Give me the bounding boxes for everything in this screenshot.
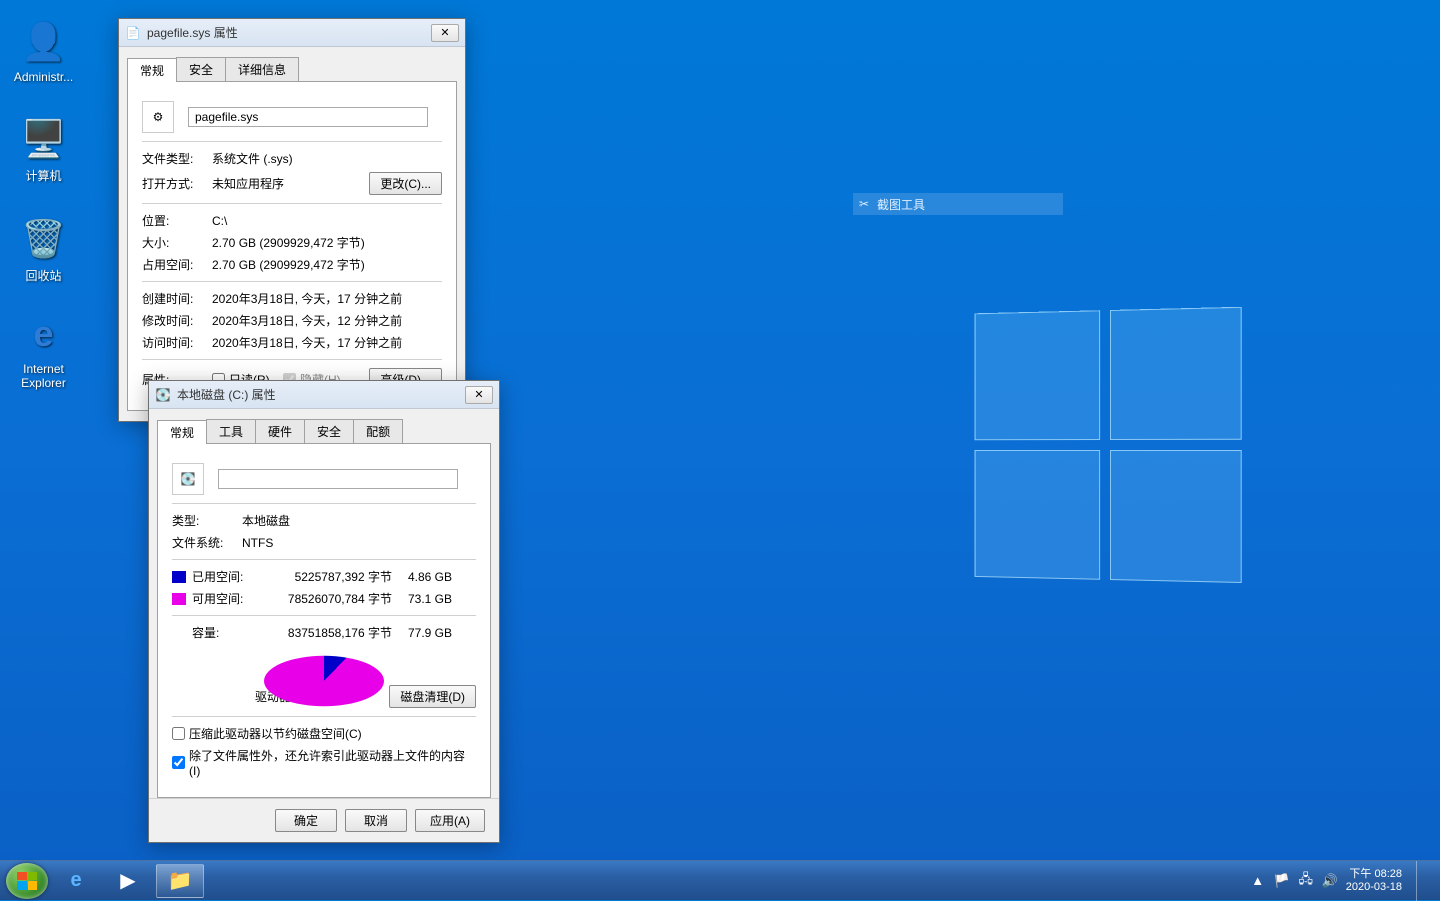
value-capacity-human: 77.9 GB <box>392 626 452 640</box>
label-modified: 修改时间: <box>142 312 212 329</box>
tab-details[interactable]: 详细信息 <box>225 57 299 81</box>
desktop-icon-administrator[interactable]: 👤 Administr... <box>6 18 81 84</box>
taskbar-media-player[interactable]: ▶ <box>104 864 152 898</box>
drive-c-properties-dialog: 💽 本地磁盘 (C:) 属性 ✕ 常规 工具 硬件 安全 配额 💽 类型:本地磁… <box>148 380 500 843</box>
recycle-icon: 🗑️ <box>20 215 68 263</box>
label-used: 已用空间: <box>192 568 252 585</box>
tray-flag-icon[interactable]: 🏳️ <box>1274 873 1290 889</box>
value-filesystem: NTFS <box>242 536 476 550</box>
tray-chevron-icon[interactable]: ▲ <box>1250 873 1266 889</box>
disk-cleanup-button[interactable]: 磁盘清理(D) <box>389 685 476 708</box>
label-location: 位置: <box>142 212 212 229</box>
volume-name-input[interactable] <box>218 469 458 489</box>
value-created: 2020年3月18日, 今天，17 分钟之前 <box>212 290 442 307</box>
icon-label: Internet <box>6 362 81 376</box>
windows-flag-icon <box>17 872 37 890</box>
close-button[interactable]: ✕ <box>465 386 493 404</box>
value-type: 本地磁盘 <box>242 512 476 529</box>
label-type: 类型: <box>172 512 242 529</box>
label-free: 可用空间: <box>192 590 252 607</box>
ok-button[interactable]: 确定 <box>275 809 337 832</box>
value-free-bytes: 78526070,784 字节 <box>252 590 392 607</box>
clock-time: 下午 08:28 <box>1346 868 1402 881</box>
value-used-human: 4.86 GB <box>392 570 452 584</box>
label-filetype: 文件类型: <box>142 150 212 167</box>
value-openwith: 未知应用程序 <box>212 175 369 192</box>
tab-quota[interactable]: 配额 <box>353 419 403 443</box>
tab-security[interactable]: 安全 <box>304 419 354 443</box>
index-checkbox[interactable] <box>172 756 185 769</box>
value-location: C:\ <box>212 214 442 228</box>
compress-label: 压缩此驱动器以节约磁盘空间(C) <box>189 725 362 742</box>
start-button[interactable] <box>6 863 48 899</box>
tab-tools[interactable]: 工具 <box>206 419 256 443</box>
icon-label: Explorer <box>6 376 81 390</box>
value-accessed: 2020年3月18日, 今天，17 分钟之前 <box>212 334 442 351</box>
ie-icon: e <box>20 310 68 358</box>
label-created: 创建时间: <box>142 290 212 307</box>
label-openwith: 打开方式: <box>142 175 212 192</box>
label-filesystem: 文件系统: <box>172 534 242 551</box>
label-size: 大小: <box>142 234 212 251</box>
value-size: 2.70 GB (2909929,472 字节) <box>212 234 442 251</box>
label-accessed: 访问时间: <box>142 334 212 351</box>
cancel-button[interactable]: 取消 <box>345 809 407 832</box>
tab-security[interactable]: 安全 <box>176 57 226 81</box>
drive-icon: 💽 <box>155 387 171 403</box>
taskbar-explorer[interactable]: 📁 <box>156 864 204 898</box>
taskbar-clock[interactable]: 下午 08:28 2020-03-18 <box>1346 868 1402 894</box>
dialog-title: pagefile.sys 属性 <box>147 24 431 41</box>
icon-label: 计算机 <box>6 167 81 184</box>
compress-checkbox[interactable] <box>172 727 185 740</box>
label-size-on-disk: 占用空间: <box>142 256 212 273</box>
value-used-bytes: 5225787,392 字节 <box>252 568 392 585</box>
pagefile-properties-dialog: 📄 pagefile.sys 属性 ✕ 常规 安全 详细信息 ⚙ 文件类型:系统… <box>118 18 466 422</box>
label-capacity: 容量: <box>192 624 252 641</box>
tab-general[interactable]: 常规 <box>157 420 207 444</box>
desktop-icon-internet-explorer[interactable]: e Internet Explorer <box>6 310 81 390</box>
clock-date: 2020-03-18 <box>1346 881 1402 894</box>
value-free-human: 73.1 GB <box>392 592 452 606</box>
filename-input[interactable] <box>188 107 428 127</box>
tray-network-icon[interactable]: 🖧 <box>1298 873 1314 889</box>
tray-volume-icon[interactable]: 🔊 <box>1322 873 1338 889</box>
tab-hardware[interactable]: 硬件 <box>255 419 305 443</box>
icon-label: 回收站 <box>6 267 81 284</box>
property-tabs: 常规 工具 硬件 安全 配额 <box>149 419 499 443</box>
value-size-on-disk: 2.70 GB (2909929,472 字节) <box>212 256 442 273</box>
desktop-icon-computer[interactable]: 🖥️ 计算机 <box>6 115 81 184</box>
value-filetype: 系统文件 (.sys) <box>212 150 442 167</box>
file-icon: 📄 <box>125 25 141 41</box>
desktop-icon-recycle-bin[interactable]: 🗑️ 回收站 <box>6 215 81 284</box>
show-desktop-button[interactable] <box>1416 861 1426 901</box>
taskbar: e ▶ 📁 ▲ 🏳️ 🖧 🔊 下午 08:28 2020-03-18 <box>0 860 1440 900</box>
drive-type-icon: 💽 <box>172 463 204 495</box>
computer-icon: 🖥️ <box>20 115 68 163</box>
snipping-tool-overlay: 截图工具 <box>853 193 1063 215</box>
apply-button[interactable]: 应用(A) <box>415 809 485 832</box>
dialog-title: 本地磁盘 (C:) 属性 <box>177 386 465 403</box>
disk-usage-pie <box>254 621 394 681</box>
icon-label: Administr... <box>6 70 81 84</box>
user-icon: 👤 <box>20 18 68 66</box>
windows-logo <box>975 307 1252 594</box>
property-tabs: 常规 安全 详细信息 <box>119 57 465 81</box>
titlebar[interactable]: 📄 pagefile.sys 属性 ✕ <box>119 19 465 47</box>
tab-general[interactable]: 常规 <box>127 58 177 82</box>
titlebar[interactable]: 💽 本地磁盘 (C:) 属性 ✕ <box>149 381 499 409</box>
index-label: 除了文件属性外，还允许索引此驱动器上文件的内容(I) <box>189 747 476 778</box>
file-type-icon: ⚙ <box>142 101 174 133</box>
close-button[interactable]: ✕ <box>431 24 459 42</box>
change-button[interactable]: 更改(C)... <box>369 172 442 195</box>
value-modified: 2020年3月18日, 今天，12 分钟之前 <box>212 312 442 329</box>
taskbar-ie[interactable]: e <box>52 864 100 898</box>
system-tray: ▲ 🏳️ 🖧 🔊 下午 08:28 2020-03-18 <box>1250 861 1434 901</box>
used-swatch <box>172 571 186 583</box>
free-swatch <box>172 593 186 605</box>
